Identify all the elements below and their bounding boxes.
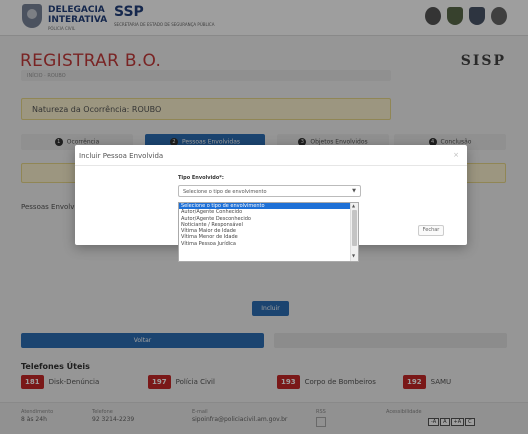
tipo-envolvido-label: Tipo Envolvido*: xyxy=(178,175,224,181)
modal-divider xyxy=(75,165,467,166)
scroll-up-icon[interactable]: ▲ xyxy=(352,203,355,208)
tipo-envolvido-dropdown[interactable]: Selecione o tipo de envolvimento Autor/A… xyxy=(178,202,359,262)
fechar-button[interactable]: Fechar xyxy=(418,225,444,236)
scrollbar-thumb[interactable] xyxy=(352,210,357,246)
tipo-envolvido-select[interactable]: Selecione o tipo de envolvimento ▼ xyxy=(178,185,361,197)
scroll-down-icon[interactable]: ▼ xyxy=(352,253,355,258)
modal-title: Incluir Pessoa Envolvida xyxy=(79,152,164,160)
modal-close-icon[interactable]: × xyxy=(453,151,459,159)
dropdown-scrollbar[interactable]: ▲ ▼ xyxy=(350,203,358,261)
dropdown-option[interactable]: Vítima Pessoa Jurídica xyxy=(179,241,350,247)
chevron-down-icon: ▼ xyxy=(352,188,356,194)
